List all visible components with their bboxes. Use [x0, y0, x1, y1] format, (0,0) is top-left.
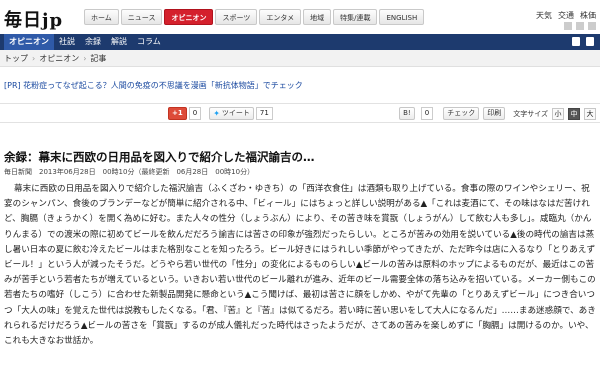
hatena-count: 0 [420, 107, 434, 120]
site-header: 毎日jp ホーム ニュース オピニオン スポーツ エンタメ 地域 特集/連載 E… [0, 0, 600, 34]
twitter-bird-icon: ✦ [213, 108, 220, 118]
font-size-label: 文字サイズ [513, 109, 548, 118]
hatena-button[interactable]: B! [399, 107, 415, 120]
font-size-small-button[interactable]: 小 [552, 107, 564, 120]
nav-home[interactable]: ホーム [84, 9, 119, 25]
nav-entertainment[interactable]: エンタメ [259, 9, 302, 25]
utility-icons [564, 22, 596, 30]
share-bar: +1 0 ✦ ツイート 71 B! 0 チェック 印刷 文字サイズ 小 中 大 [0, 103, 600, 123]
nav-sports[interactable]: スポーツ [215, 9, 258, 25]
section-item-commentary[interactable]: 解説 [106, 34, 132, 50]
section-item-yoroku[interactable]: 余録 [80, 34, 106, 50]
article-tools: B! 0 チェック 印刷 文字サイズ 小 中 大 [399, 107, 596, 120]
traffic-link[interactable]: 交通 [558, 10, 574, 21]
list-icon[interactable] [586, 37, 594, 46]
article-meta: 毎日新聞 2013年06月28日 00時10分（最終更新 06月28日 00時1… [4, 168, 255, 176]
breadcrumb-separator: › [32, 54, 36, 63]
font-size-medium-button[interactable]: 中 [568, 107, 580, 120]
mixi-check-button[interactable]: チェック [443, 107, 480, 120]
tweet-count: 71 [255, 106, 273, 120]
gplus-count: 0 [188, 106, 202, 120]
stocks-link[interactable]: 株価 [580, 10, 596, 21]
page-icon[interactable] [572, 37, 580, 46]
pr-link[interactable]: [PR] 花粉症ってなぜ起こる？人間の免疫の不思議を漫画「新抗体物語」でチェック [4, 80, 303, 91]
section-item-editorial[interactable]: 社説 [54, 34, 80, 50]
bookmark-icon[interactable] [588, 22, 596, 30]
nav-news[interactable]: ニュース [120, 9, 163, 25]
breadcrumb-separator: › [83, 54, 87, 63]
weather-link[interactable]: 天気 [536, 10, 552, 21]
global-nav: ホーム ニュース オピニオン スポーツ エンタメ 地域 特集/連載 ENGLIS… [84, 9, 426, 25]
nav-features[interactable]: 特集/連載 [333, 9, 378, 25]
section-nav-icons [572, 37, 594, 46]
mobile-icon[interactable] [576, 22, 584, 30]
section-item-column[interactable]: コラム [132, 34, 166, 50]
nav-opinion[interactable]: オピニオン [164, 9, 214, 25]
site-logo[interactable]: 毎日jp [4, 6, 63, 32]
article-body: 幕末に西欧の日用品を図入りで紹介した福沢諭吉（ふくざわ・ゆきち）の「西洋衣食住」… [4, 184, 596, 347]
section-item-opinion[interactable]: オピニオン [4, 34, 54, 50]
utility-links: 天気 交通 株価 [536, 10, 596, 21]
nav-region[interactable]: 地域 [303, 9, 332, 25]
article-title: 余録：幕末に西欧の日用品を図入りで紹介した福沢諭吉の… [4, 150, 315, 164]
breadcrumb: トップ › オピニオン › 記事 [0, 50, 600, 67]
tweet-label: ツイート [221, 108, 250, 117]
gplus-button[interactable]: +1 [168, 106, 187, 120]
nav-english[interactable]: ENGLISH [379, 9, 425, 25]
print-button[interactable]: 印刷 [483, 107, 506, 120]
breadcrumb-opinion[interactable]: オピニオン [39, 54, 79, 63]
breadcrumb-article: 記事 [90, 54, 107, 63]
font-size-large-button[interactable]: 大 [584, 107, 596, 120]
tweet-button[interactable]: ✦ ツイート [209, 106, 254, 120]
section-nav: オピニオン 社説 余録 解説 コラム [0, 34, 600, 50]
breadcrumb-top[interactable]: トップ [4, 54, 28, 63]
rss-icon[interactable] [564, 22, 572, 30]
